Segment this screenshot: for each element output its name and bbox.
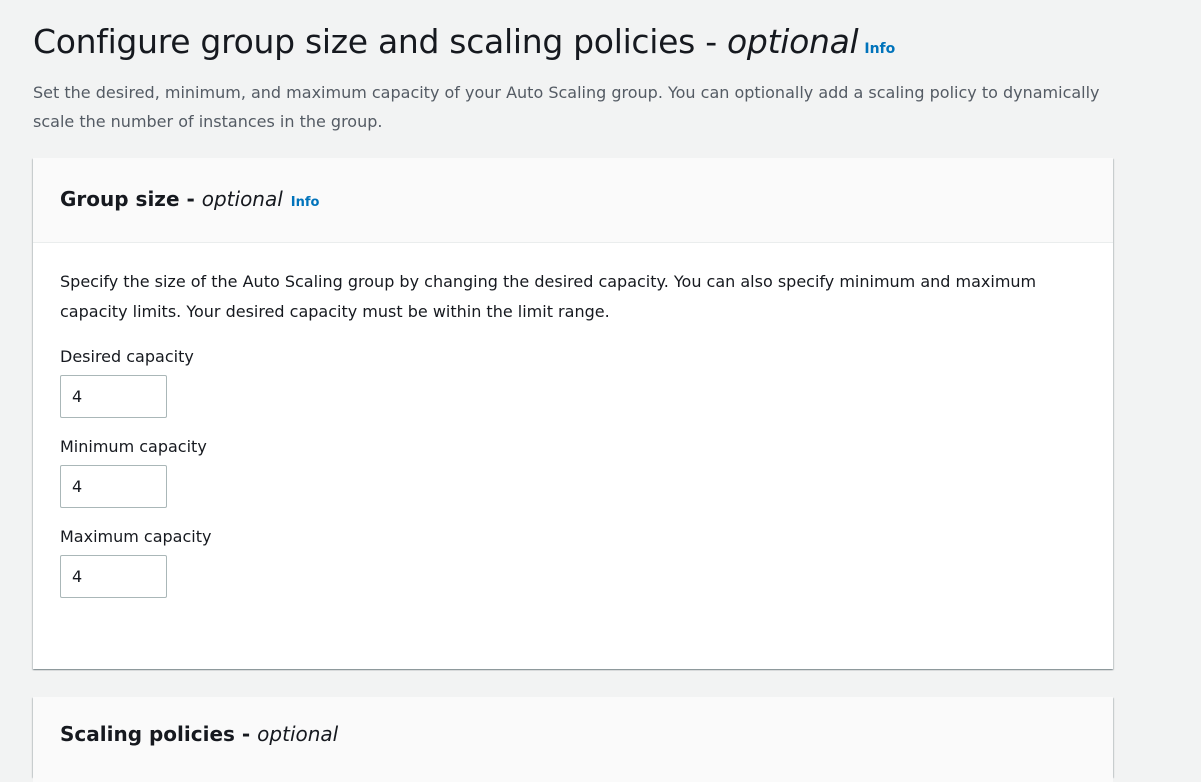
group-size-container: Group size - optional Info Specify the si… (33, 158, 1113, 669)
minimum-capacity-label: Minimum capacity (60, 437, 207, 456)
desired-capacity-label: Desired capacity (60, 347, 194, 366)
group-size-header: Group size - optional Info (33, 158, 1113, 243)
scaling-policies-container: Scaling policies - optional (33, 697, 1113, 782)
page-description: Set the desired, minimum, and maximum ca… (33, 83, 1100, 131)
page-title: Configure group size and scaling policie… (33, 18, 1153, 73)
group-size-title-optional: optional (201, 187, 283, 211)
scaling-policies-title-text: Scaling policies - (60, 722, 258, 746)
scaling-policies-title-optional: optional (257, 722, 339, 746)
page-info-link[interactable]: Info (864, 41, 895, 57)
group-size-description: Specify the size of the Auto Scaling gro… (60, 272, 1037, 321)
group-size-info-link[interactable]: Info (291, 195, 320, 210)
page-title-optional: optional (727, 22, 859, 61)
minimum-capacity-input[interactable] (60, 465, 167, 508)
scaling-policies-header: Scaling policies - optional (33, 697, 1113, 782)
group-size-title: Group size - optional Info (60, 184, 1086, 218)
page-header: Configure group size and scaling policie… (33, 18, 1153, 136)
page-title-text: Configure group size and scaling policie… (33, 22, 728, 61)
desired-capacity-field: Desired capacity (60, 346, 1086, 418)
desired-capacity-input[interactable] (60, 375, 167, 418)
group-size-body: Specify the size of the Auto Scaling gro… (33, 243, 1113, 598)
maximum-capacity-label: Maximum capacity (60, 527, 212, 546)
maximum-capacity-field: Maximum capacity (60, 526, 1086, 598)
group-size-title-text: Group size - (60, 187, 202, 211)
maximum-capacity-input[interactable] (60, 555, 167, 598)
scaling-policies-title: Scaling policies - optional (60, 719, 1086, 749)
minimum-capacity-field: Minimum capacity (60, 436, 1086, 508)
